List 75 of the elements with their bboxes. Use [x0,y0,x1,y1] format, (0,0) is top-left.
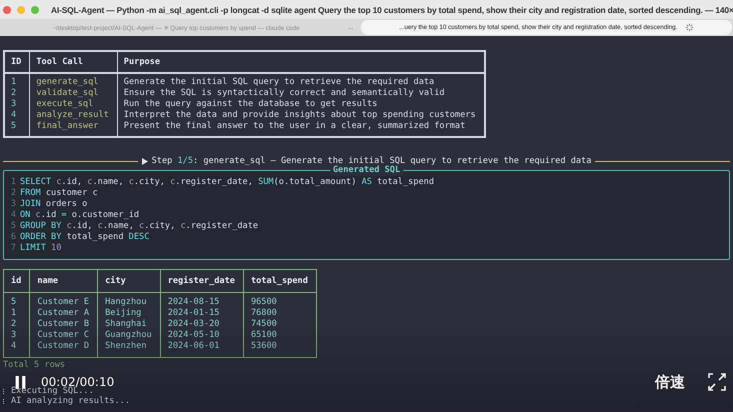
column-header: register_date [160,270,244,292]
column-header: city [98,270,160,292]
table-cell: analyze_result [30,110,118,121]
fullscreen-icon[interactable] [707,372,727,392]
pause-icon[interactable] [14,376,27,388]
table-cell: Run the query against the database to get results [117,99,485,110]
code-line: ON c.id = o.customer_id [20,210,140,221]
speed-button[interactable]: 倍速 [655,372,685,392]
table-cell: Guangzhou [98,330,160,341]
step-heading: Step 1/5: generate_sql — Generate the initial SQL query to retrieve the required data [152,156,592,166]
table-cell: 2 [4,88,30,99]
column-header: Tool Call [30,51,118,73]
table-cell: generate_sql [30,73,118,88]
window-title: AI-SQL-Agent — Python -m ai_sql_agent.cli -p longcat -d sqlite agent Query the top 10 customers by total spend, show their city and registration date, sorted descending. — 140× [51,4,733,14]
table-cell: 53600 [243,341,316,358]
table-cell: 4 [4,341,30,358]
table-cell: 3 [4,99,30,110]
table-cell: validate_sql [30,88,118,99]
line-number: 2 [10,188,16,199]
line-number: 3 [10,199,16,210]
column-header: id [4,270,30,292]
table-cell: final_answer [30,121,118,137]
line-number: 6 [10,232,16,243]
playback-time: 00:02/00:10 [41,375,114,389]
table-cell: Customer E [30,292,98,308]
code-line: LIMIT 10 [20,243,62,254]
table-cell: Customer B [30,319,98,330]
table-cell: Customer A [30,308,98,319]
table-cell: 4 [4,110,30,121]
table-cell: Beijing [98,308,160,319]
table-cell: 1 [4,73,30,88]
code-line: JOIN orders o [20,199,88,210]
table-cell: Customer D [30,341,98,358]
table-cell: 5 [4,121,30,137]
table-cell: 2 [4,319,30,330]
table-cell: 76800 [243,308,316,319]
line-number: 4 [10,210,16,221]
line-number: 1 [10,177,16,188]
code-line: GROUP BY c.id, c.name, c.city, c.register_date [20,221,258,232]
minimize-window-button[interactable] [17,6,25,14]
table-cell: Hangzhou [98,292,160,308]
play-icon [142,158,148,164]
row-count: Total 5 rows [3,360,66,370]
table-cell: Interpret the data and provide insights about top spending customers [117,110,485,121]
table-cell: 5 [4,292,30,308]
table-cell: 96500 [243,292,316,308]
table-cell: Generate the initial SQL query to retrieve the required data [117,73,485,88]
table-cell: 2024-08-15 [160,292,244,308]
table-cell: 1 [4,308,30,319]
table-cell: 74500 [243,319,316,330]
table-cell: execute_sql [30,99,118,110]
table-cell: 3 [4,330,30,341]
status-line: Executing SQL... [11,386,94,396]
column-header: ID [4,51,30,73]
line-number: 5 [10,221,16,232]
status-line: AI analyzing results... [11,396,130,406]
line-number: 7 [10,243,16,254]
table-cell: 65100 [243,330,316,341]
code-line: ORDER BY total_spend DESC [20,232,150,243]
column-header: total_spend [243,270,316,292]
close-window-button[interactable] [3,6,11,14]
zoom-window-button[interactable] [31,6,39,14]
table-cell: Customer C [30,330,98,341]
table-cell: Shenzhen [98,341,160,358]
code-line: FROM customer c [20,188,98,199]
table-cell: 2024-03-20 [160,319,244,330]
table-cell: Shanghai [98,319,160,330]
table-cell: Present the final answer to the user in a clear, summarized format [117,121,485,137]
code-line: SELECT c.id, c.name, c.city, c.register_date, SUM(o.total_amount) AS total_spend [20,177,434,188]
column-header: name [30,270,98,292]
table-cell: 2024-01-15 [160,308,244,319]
table-cell: 2024-06-01 [160,341,244,358]
table-cell: 2024-05-10 [160,330,244,341]
panel-title: Generated SQL [330,165,404,176]
table-cell: Ensure the SQL is syntactically correct and semantically valid [117,88,485,99]
